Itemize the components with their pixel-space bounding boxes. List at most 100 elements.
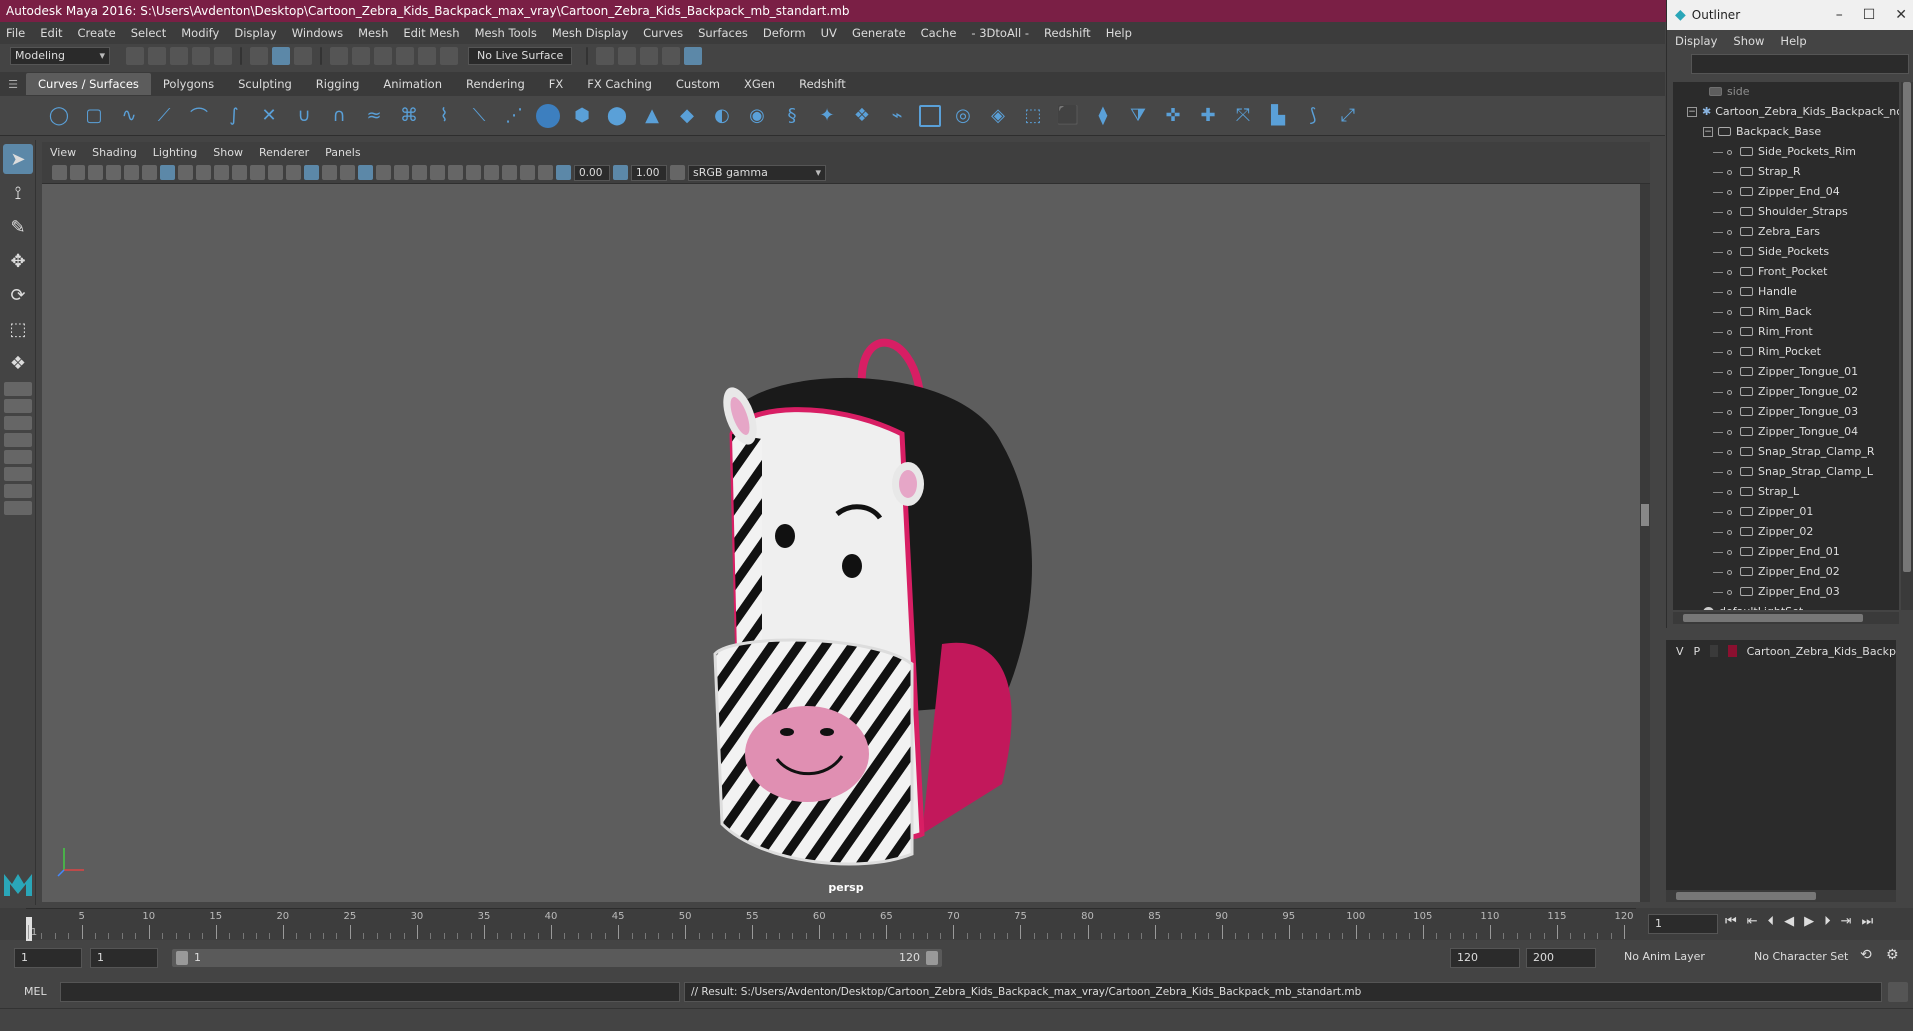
panel-menu-show[interactable]: Show [213,146,243,159]
outliner-item[interactable]: Rim_Pocket [1673,342,1899,362]
play-forward-icon[interactable]: ▶ [1804,914,1814,929]
menu-redshift[interactable]: Redshift [1044,26,1091,40]
viewport-scrollbar[interactable] [1640,184,1650,902]
layer-color-swatch[interactable] [1728,645,1737,657]
outliner-menu-help[interactable]: Help [1780,34,1806,48]
playback-start-field[interactable]: 1 [90,948,158,968]
bookmark-icon[interactable] [88,165,103,180]
menu-set-select[interactable]: Modeling [10,47,110,65]
outliner-item[interactable]: Zipper_Tongue_03 [1673,402,1899,422]
layout-single-icon[interactable] [4,382,32,396]
layout-two-side-icon[interactable] [4,416,32,430]
panel-menu-renderer[interactable]: Renderer [259,146,309,159]
trim-icon[interactable]: ⬚ [1020,103,1046,129]
menu-select[interactable]: Select [131,26,166,40]
lasso-tool-icon[interactable]: ⟟ [3,178,33,208]
select-tool-icon[interactable]: ➤ [3,144,33,174]
shadows-icon[interactable] [394,165,409,180]
layer-visibility-toggle[interactable]: V [1676,645,1684,658]
menu-cache[interactable]: Cache [921,26,957,40]
untrim-icon[interactable]: ⬛ [1055,103,1081,129]
bezier-curve-icon[interactable]: ⌒ [186,103,212,129]
anti-aliasing-icon[interactable] [448,165,463,180]
shelf-tab-fx[interactable]: FX [537,73,576,95]
menu-surfaces[interactable]: Surfaces [698,26,748,40]
extrude-icon[interactable]: ❖ [849,103,875,129]
outliner-item[interactable]: Zebra_Ears [1673,222,1899,242]
minimize-icon[interactable]: – [1836,0,1843,30]
playback-end-field[interactable]: 120 [1450,948,1520,968]
step-forward-frame-icon[interactable]: ⏵ [1824,914,1831,929]
outliner-item[interactable]: Rim_Back [1673,302,1899,322]
nurbs-plane-icon[interactable]: ◆ [674,103,700,129]
outliner-item[interactable]: Zipper_Tongue_04 [1673,422,1899,442]
menu-windows[interactable]: Windows [292,26,343,40]
3d-viewport[interactable]: persp [42,184,1650,902]
wireframe-icon[interactable] [286,165,301,180]
outliner-menu-show[interactable]: Show [1733,34,1764,48]
play-backward-icon[interactable]: ◀ [1784,914,1794,929]
outliner-item[interactable]: Zipper_End_02 [1673,562,1899,582]
xray-icon[interactable] [502,165,517,180]
outliner-item[interactable]: Strap_R [1673,162,1899,182]
attach-curves-icon[interactable]: ∪ [291,103,317,129]
exposure-icon[interactable] [556,165,571,180]
nurbs-sphere-icon[interactable] [536,103,560,128]
outliner-item-root[interactable]: − ✱ Cartoon_Zebra_Kids_Backpack_nc [1673,102,1899,122]
nurbs-torus-icon[interactable]: ◐ [709,103,735,129]
textured-icon[interactable] [358,165,373,180]
menu-mesh[interactable]: Mesh [358,26,388,40]
insert-knot-icon[interactable]: ⋰ [501,103,527,129]
loft-icon[interactable]: § [779,103,805,129]
panel-menu-panels[interactable]: Panels [325,146,360,159]
outliner-item-group[interactable]: − Backpack_Base [1673,122,1899,142]
outliner-item[interactable]: Snap_Strap_Clamp_L [1673,462,1899,482]
snap-grid-icon[interactable] [330,47,348,65]
field-chart-icon[interactable] [232,165,247,180]
shelf-tab-rendering[interactable]: Rendering [454,73,537,95]
outliner-item[interactable]: Front_Pocket [1673,262,1899,282]
menu-edit[interactable]: Edit [40,26,62,40]
color-management-icon[interactable] [670,165,685,180]
extend-surface-icon[interactable]: ▙ [1265,103,1291,129]
attach-surfaces-icon[interactable]: ⧫ [1090,103,1116,129]
range-slider-bar[interactable]: 1 120 [172,949,942,967]
outliner-item[interactable]: Zipper_Tongue_02 [1673,382,1899,402]
layer-row[interactable]: V P Cartoon_Zebra_Kids_Backp [1666,640,1896,662]
range-start-handle[interactable] [176,951,188,965]
character-set-select[interactable]: No Character Set [1754,950,1848,963]
snap-live-icon[interactable] [440,47,458,65]
wireframe-on-shaded-icon[interactable] [340,165,355,180]
close-icon[interactable]: ✕ [1895,0,1907,30]
gate-mask-icon[interactable] [214,165,229,180]
shelf-tab-polygons[interactable]: Polygons [151,73,226,95]
scrollbar-thumb[interactable] [1641,504,1649,526]
smooth-shade-icon[interactable] [304,165,319,180]
outliner-vscroll[interactable] [1901,82,1913,610]
animation-end-field[interactable]: 200 [1526,948,1596,968]
camera-select-icon[interactable] [52,165,67,180]
outliner-item-lightset[interactable]: defaultLightSet [1673,602,1899,610]
layer-playback-toggle[interactable]: P [1694,645,1701,658]
exposure-field[interactable]: 0.00 [574,164,610,181]
film-gate-icon[interactable] [178,165,193,180]
select-hierarchy-icon[interactable] [250,47,268,65]
scale-tool-icon[interactable]: ⬚ [3,314,33,344]
cut-curve-icon[interactable]: ⟍ [466,103,492,129]
shelf-tab-fx-caching[interactable]: FX Caching [575,73,664,95]
xray-joints-icon[interactable] [520,165,535,180]
animation-preferences-icon[interactable]: ⚙ [1886,947,1899,963]
snap-point-icon[interactable] [374,47,392,65]
save-scene-icon[interactable] [170,47,188,65]
xray-components-icon[interactable] [538,165,553,180]
panel-menu-shading[interactable]: Shading [92,146,137,159]
use-all-lights-icon[interactable] [376,165,391,180]
menu-file[interactable]: File [6,26,25,40]
anim-layer-select[interactable]: No Anim Layer [1624,950,1705,963]
menu-3dtoall[interactable]: - 3DtoAll - [971,26,1029,40]
current-frame-field[interactable]: 1 [1648,914,1718,934]
motion-blur-icon[interactable] [430,165,445,180]
rebuild-curve-icon[interactable]: ≈ [361,103,387,129]
birail-icon[interactable]: ⌁ [884,103,910,129]
shelf-tab-curves-surfaces[interactable]: Curves / Surfaces [26,73,151,95]
